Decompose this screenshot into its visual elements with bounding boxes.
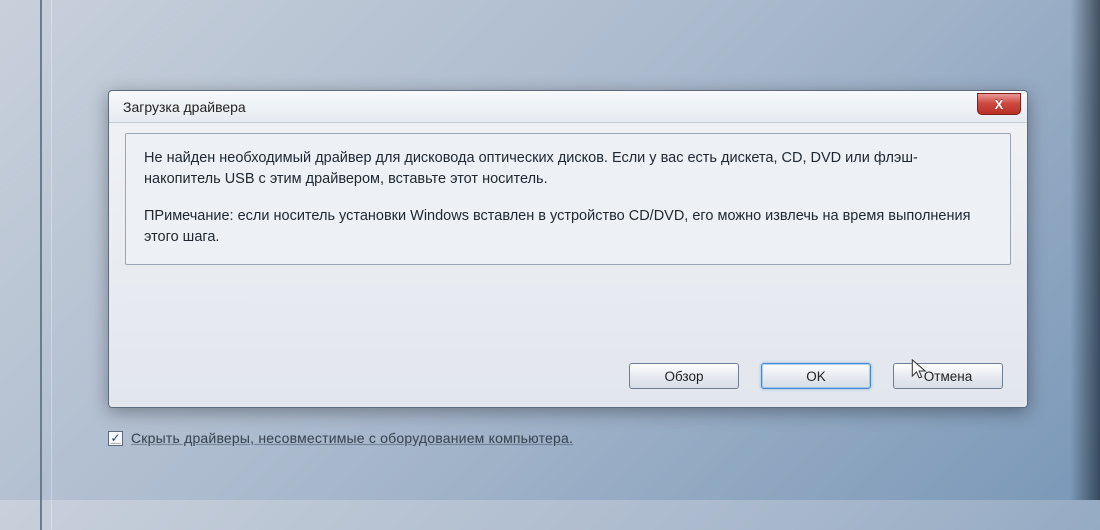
dialog-message-panel: Не найден необходимый драйвер для дисков…	[125, 133, 1011, 265]
browse-button[interactable]: Обзор	[629, 363, 739, 389]
close-icon: X	[995, 97, 1004, 112]
dialog-titlebar: Загрузка драйвера X	[109, 91, 1027, 123]
close-button[interactable]: X	[977, 93, 1021, 115]
screen-bezel	[1070, 0, 1100, 500]
dialog-title: Загрузка драйвера	[123, 99, 246, 115]
dialog-message-2: ПРимечание: если носитель установки Wind…	[144, 206, 992, 248]
parent-panel-edge	[40, 0, 52, 530]
dialog-message-1: Не найден необходимый драйвер для дисков…	[144, 148, 992, 190]
hide-incompatible-checkbox[interactable]: ✓	[108, 431, 123, 446]
hide-incompatible-row: ✓ Скрыть драйверы, несовместимые с обору…	[108, 430, 573, 446]
dialog-button-row: Обзор OK Отмена	[629, 363, 1003, 389]
cancel-button[interactable]: Отмена	[893, 363, 1003, 389]
ok-button[interactable]: OK	[761, 363, 871, 389]
hide-incompatible-label[interactable]: Скрыть драйверы, несовместимые с оборудо…	[131, 430, 573, 446]
driver-load-dialog: Загрузка драйвера X Не найден необходимы…	[108, 90, 1028, 408]
